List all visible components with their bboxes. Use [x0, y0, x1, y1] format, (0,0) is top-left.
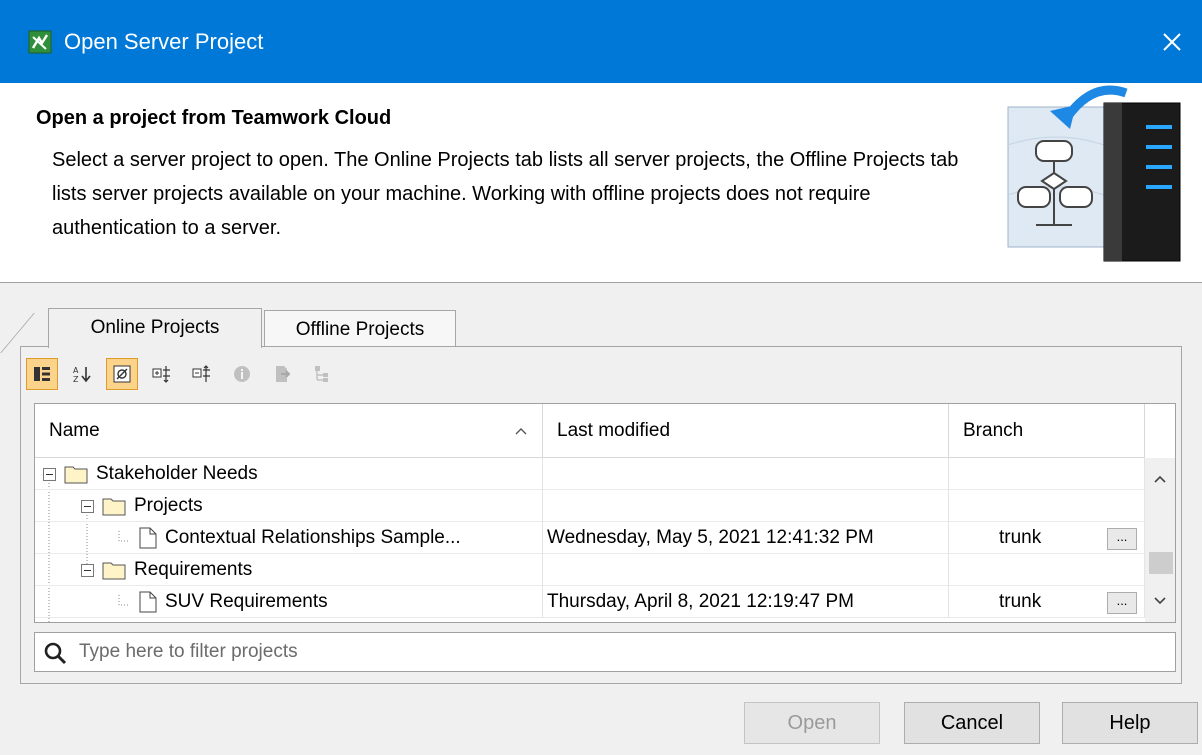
tab-offline-projects[interactable]: Offline Projects — [264, 310, 456, 348]
chevron-down-icon — [1154, 597, 1166, 605]
window-title: Open Server Project — [64, 29, 264, 54]
structure-icon — [315, 366, 328, 382]
project-info-button[interactable] — [226, 358, 258, 390]
collapse-node-icon[interactable] — [43, 467, 56, 481]
document-icon — [139, 527, 157, 549]
scrollbar-thumb[interactable] — [1149, 552, 1173, 574]
row-name: SUV Requirements — [165, 591, 328, 612]
folder-icon — [64, 466, 88, 484]
close-button[interactable] — [1150, 20, 1194, 64]
filter-empty-icon — [113, 365, 131, 383]
column-header-last-modified[interactable]: Last modified — [543, 404, 949, 458]
row-name: Projects — [134, 495, 203, 516]
expand-all-icon — [152, 366, 170, 383]
table-row[interactable]: Requirements — [35, 554, 1145, 586]
projects-table: Name Last modified Branch Stakeholder Ne… — [34, 403, 1176, 623]
row-last-modified: Wednesday, May 5, 2021 12:41:32 PM — [543, 522, 949, 554]
info-icon — [234, 366, 250, 382]
project-structure-button[interactable] — [306, 358, 338, 390]
sort-az-icon: A Z — [73, 366, 91, 384]
table-row[interactable]: SUV Requirements Thursday, April 8, 2021… — [35, 586, 1145, 618]
cancel-button[interactable]: Cancel — [904, 702, 1040, 744]
search-icon — [44, 642, 67, 665]
project-usage-button[interactable] — [266, 358, 298, 390]
collapse-node-icon[interactable] — [81, 563, 94, 577]
table-row[interactable]: Contextual Relationships Sample... Wedne… — [35, 522, 1145, 554]
table-row[interactable]: Projects — [35, 490, 1145, 522]
collapse-all-icon — [192, 365, 210, 382]
row-name: Stakeholder Needs — [96, 463, 258, 484]
svg-text:A: A — [73, 366, 79, 375]
details-view-icon — [34, 367, 50, 381]
select-branch-button[interactable]: ... — [1107, 592, 1137, 614]
project-toolbar: A Z — [26, 354, 346, 394]
filter-input[interactable] — [79, 637, 1159, 667]
tree-leaf-connector — [118, 531, 129, 542]
sort-alphabetically-button[interactable]: A Z — [66, 358, 98, 390]
document-icon — [139, 591, 157, 613]
app-icon — [28, 30, 52, 54]
column-header-name[interactable]: Name — [35, 404, 543, 458]
title-bar: Open Server Project — [0, 0, 1202, 83]
tree-leaf-connector — [118, 595, 129, 606]
filter-box — [34, 632, 1176, 672]
collapse-all-button[interactable] — [186, 358, 218, 390]
header-title: Open a project from Teamwork Cloud — [36, 107, 392, 129]
expand-all-button[interactable] — [146, 358, 178, 390]
row-name: Requirements — [134, 559, 253, 580]
header-description: Select a server project to open. The Onl… — [52, 149, 959, 239]
scroll-up-button[interactable] — [1145, 464, 1175, 494]
show-details-button[interactable] — [26, 358, 58, 390]
scroll-down-button[interactable] — [1145, 586, 1175, 616]
server-project-illustration-icon — [1007, 85, 1181, 262]
tab-online-projects[interactable]: Online Projects — [48, 308, 262, 348]
help-button[interactable]: Help — [1062, 702, 1198, 744]
filter-toggle-button[interactable] — [106, 358, 138, 390]
dialog-header: Open a project from Teamwork Cloud Selec… — [0, 83, 1202, 283]
column-header-branch[interactable]: Branch — [949, 404, 1145, 458]
close-icon — [1163, 33, 1181, 51]
chevron-up-icon — [1154, 475, 1166, 483]
collapse-node-icon[interactable] — [81, 499, 94, 513]
select-branch-button[interactable]: ... — [1107, 528, 1137, 550]
vertical-scrollbar[interactable] — [1145, 458, 1175, 622]
row-last-modified: Thursday, April 8, 2021 12:19:47 PM — [543, 586, 949, 618]
document-arrow-icon — [276, 366, 291, 382]
row-branch: trunk — [999, 591, 1042, 612]
sort-ascending-icon — [515, 428, 527, 435]
folder-icon — [102, 562, 126, 580]
table-row[interactable]: Stakeholder Needs — [35, 458, 1145, 490]
table-header: Name Last modified Branch — [35, 404, 1145, 458]
svg-text:Z: Z — [73, 375, 79, 384]
open-button[interactable]: Open — [744, 702, 880, 744]
row-name: Contextual Relationships Sample... — [165, 527, 461, 548]
row-branch: trunk — [999, 527, 1042, 548]
folder-icon — [102, 498, 126, 516]
